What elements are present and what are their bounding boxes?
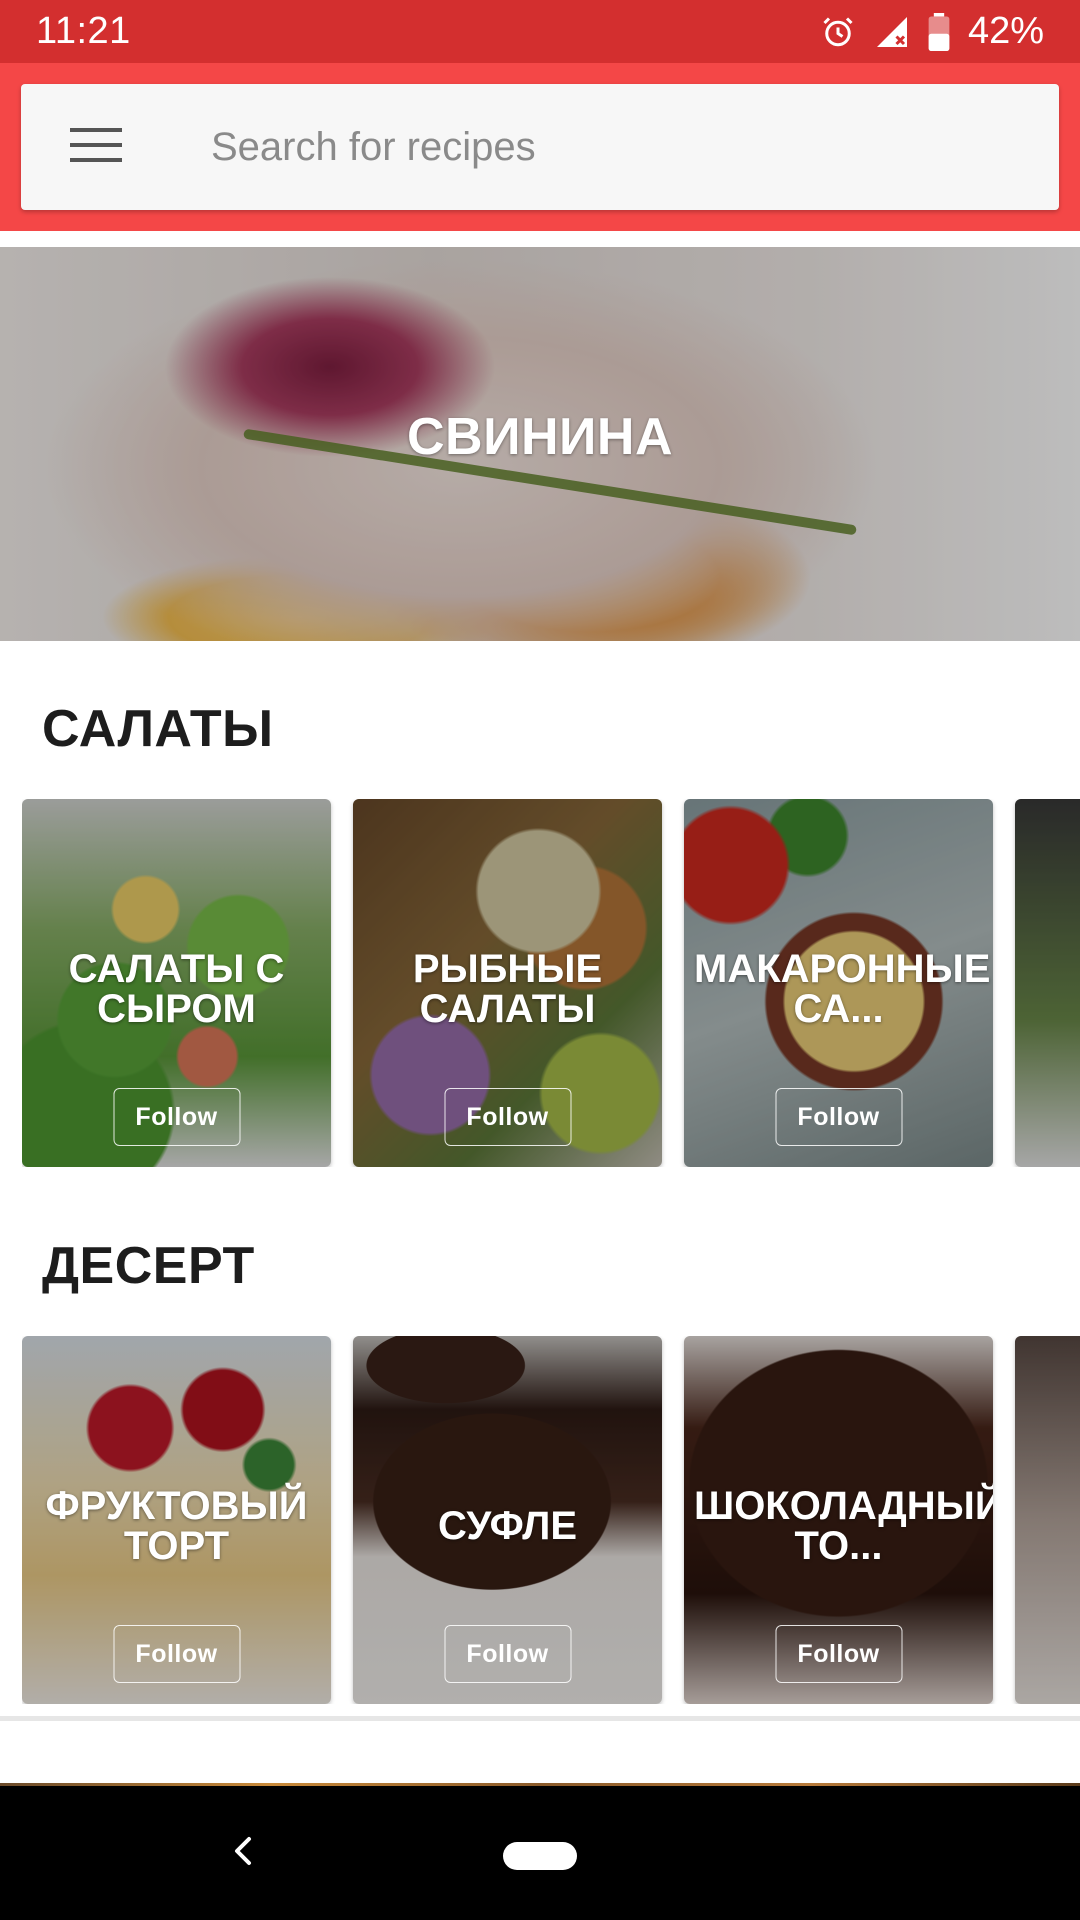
follow-button[interactable]: Follow [775, 1625, 902, 1683]
category-card-partial[interactable] [1015, 1336, 1080, 1704]
back-icon [231, 1833, 255, 1874]
card-row-salads[interactable]: САЛАТЫ С СЫРОМ Follow РЫБНЫЕ САЛАТЫ Foll… [22, 799, 1080, 1167]
status-icons: 42% [820, 10, 1044, 53]
follow-button[interactable]: Follow [444, 1088, 571, 1146]
card-title: ШОКОЛАДНЫЙ ТО... [694, 1484, 993, 1568]
category-card[interactable]: РЫБНЫЕ САЛАТЫ Follow [353, 799, 662, 1167]
status-time: 11:21 [36, 10, 131, 52]
category-card[interactable]: ШОКОЛАДНЫЙ ТО... Follow [684, 1336, 993, 1704]
battery-percent: 42% [967, 10, 1044, 52]
search-bar [21, 84, 1059, 210]
card-title: ФРУКТОВЫЙ ТОРТ [45, 1484, 308, 1568]
home-pill-icon[interactable] [503, 1842, 577, 1870]
category-card[interactable]: МАКАРОННЫЕ СА... Follow [684, 799, 993, 1167]
cellular-no-signal-icon [874, 14, 910, 50]
status-bar: 11:21 42% [0, 0, 1080, 63]
hamburger-menu-icon [70, 127, 122, 168]
category-card[interactable]: СУФЛЕ Follow [353, 1336, 662, 1704]
hero-banner[interactable]: СВИНИНА [0, 247, 1080, 641]
category-card-partial[interactable] [1015, 799, 1080, 1167]
search-input[interactable] [171, 84, 1059, 210]
follow-button[interactable]: Follow [113, 1088, 240, 1146]
card-title: МАКАРОННЫЕ СА... [694, 947, 991, 1031]
section-title-salads: САЛАТЫ [42, 700, 274, 758]
follow-button[interactable]: Follow [444, 1625, 571, 1683]
section-title-desserts: ДЕСЕРТ [42, 1237, 255, 1295]
alarm-icon [820, 14, 856, 50]
menu-button[interactable] [21, 84, 171, 210]
follow-button[interactable]: Follow [113, 1625, 240, 1683]
category-card[interactable]: САЛАТЫ С СЫРОМ Follow [22, 799, 331, 1167]
card-title: СУФЛЕ [437, 1504, 578, 1548]
app-bar [0, 63, 1080, 231]
category-card[interactable]: ФРУКТОВЫЙ ТОРТ Follow [22, 1336, 331, 1704]
follow-button[interactable]: Follow [775, 1088, 902, 1146]
battery-icon [928, 12, 950, 51]
card-title: РЫБНЫЕ САЛАТЫ [412, 947, 603, 1031]
card-title: САЛАТЫ С СЫРОМ [68, 947, 285, 1031]
card-row-desserts[interactable]: ФРУКТОВЫЙ ТОРТ Follow СУФЛЕ Follow ШОКОЛ… [22, 1336, 1080, 1704]
back-button[interactable] [210, 1820, 276, 1886]
section-divider [0, 1716, 1080, 1721]
hero-title: СВИНИНА [406, 408, 673, 466]
